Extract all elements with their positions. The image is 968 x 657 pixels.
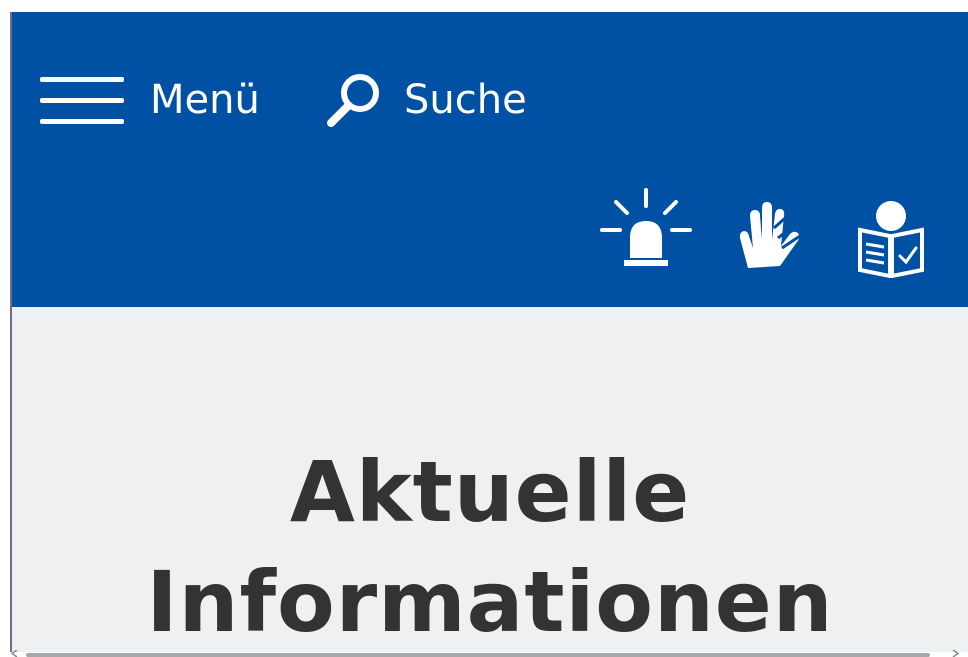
sign-language-icon[interactable] <box>734 198 804 272</box>
window-left-border <box>10 12 12 657</box>
search-label: Suche <box>404 77 527 123</box>
page-title: Aktuelle Informationen <box>146 443 834 651</box>
scroll-right-arrow-icon[interactable] <box>952 650 960 657</box>
search-icon <box>327 74 379 127</box>
alarm-light-icon[interactable] <box>598 188 694 274</box>
site-header: Menü Suche <box>12 12 968 307</box>
easy-read-icon[interactable] <box>856 198 926 278</box>
scroll-left-arrow-icon[interactable] <box>10 650 18 657</box>
menu-label: Menü <box>150 77 260 123</box>
menu-button[interactable]: Menü <box>40 54 260 146</box>
hamburger-icon <box>40 59 124 141</box>
window-top-strip <box>0 0 968 12</box>
search-button[interactable]: Suche <box>324 54 527 146</box>
horizontal-scroll-thumb[interactable] <box>26 653 930 657</box>
content-area: Aktuelle Informationen <box>12 307 968 657</box>
